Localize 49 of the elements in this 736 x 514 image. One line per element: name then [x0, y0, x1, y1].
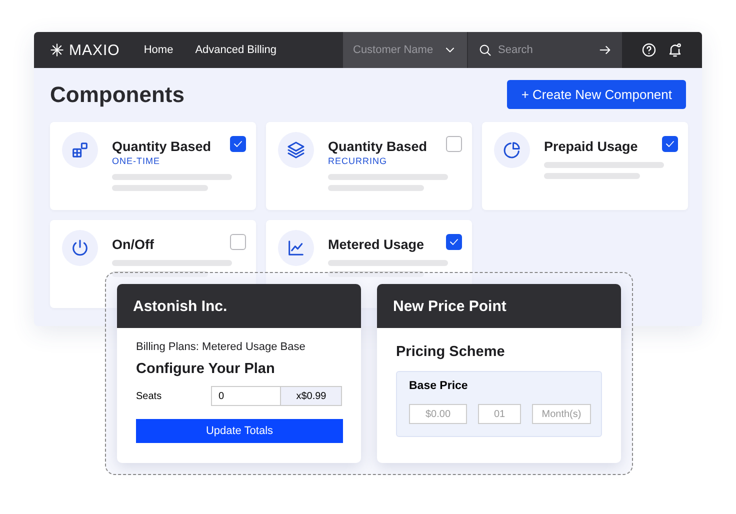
base-price-label: Base Price [409, 380, 469, 392]
search-field[interactable]: Search [468, 32, 622, 68]
help-button[interactable] [641, 42, 657, 58]
search-icon [478, 43, 492, 57]
period-input[interactable]: Month(s) [532, 404, 591, 424]
bell-icon [667, 42, 683, 58]
nav-link[interactable]: Home [144, 44, 174, 56]
arrow-right-icon [598, 43, 612, 57]
component-title: Prepaid Usage [544, 138, 638, 154]
checkbox[interactable] [230, 234, 246, 250]
card-header: Astonish Inc. [117, 284, 361, 328]
component-title: Quantity Based [328, 138, 428, 154]
section-heading: Configure Your Plan [136, 361, 276, 377]
create-button[interactable]: + Create New Component [507, 80, 686, 109]
blocks-icon [70, 140, 90, 160]
section-heading: Pricing Scheme [396, 344, 506, 360]
help-icon [641, 42, 657, 58]
checkmark-icon [232, 138, 244, 150]
component-card[interactable]: Quantity Based ONE-TIME [50, 122, 256, 210]
component-title: Metered Usage [328, 236, 424, 252]
page-title: Components [50, 82, 184, 108]
component-type: RECURRING [328, 156, 388, 166]
price-input[interactable]: $0.00 [409, 404, 467, 424]
billing-plans-text: Billing Plans: Metered Usage Base [136, 341, 306, 353]
pie-chart-icon [502, 140, 522, 160]
logo-text: MAXIO [69, 42, 120, 58]
layers-icon [286, 140, 306, 160]
component-title: On/Off [112, 236, 154, 252]
nav-link[interactable]: Advanced Billing [195, 44, 277, 56]
seats-input[interactable]: 0 [211, 386, 282, 406]
notifications-button[interactable] [667, 42, 683, 58]
power-icon [70, 238, 90, 258]
checkmark-icon [664, 138, 676, 150]
count-input[interactable]: 01 [478, 404, 521, 424]
card-header: New Price Point [377, 284, 621, 328]
checkmark-icon [448, 236, 460, 248]
checkbox[interactable] [446, 136, 462, 152]
checkbox[interactable] [230, 136, 246, 152]
seats-label: Seats [136, 390, 163, 402]
logo-icon [50, 43, 64, 57]
component-title: Quantity Based [112, 138, 212, 154]
checkbox[interactable] [662, 136, 678, 152]
line-chart-icon [286, 238, 306, 258]
component-type: ONE-TIME [112, 156, 161, 166]
component-card[interactable]: Quantity Based RECURRING [266, 122, 472, 210]
component-card[interactable]: Prepaid Usage [482, 122, 688, 210]
update-totals-button[interactable]: Update Totals [136, 419, 343, 443]
checkbox[interactable] [446, 234, 462, 250]
unit-price: x$0.99 [281, 386, 342, 406]
